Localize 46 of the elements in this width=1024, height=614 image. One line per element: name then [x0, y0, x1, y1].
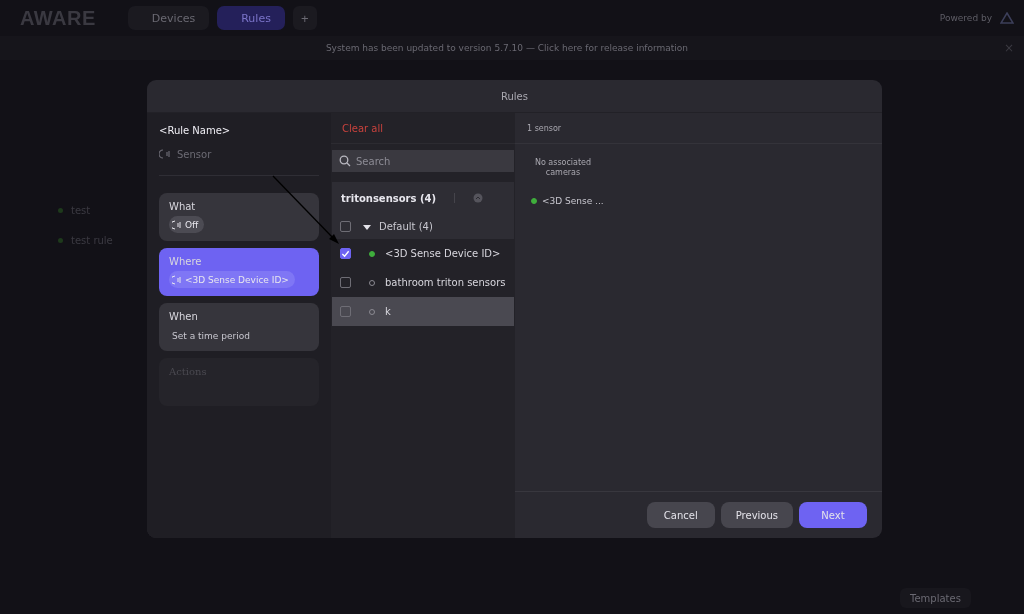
- templates-button[interactable]: Templates: [900, 588, 971, 608]
- status-dot: [58, 208, 63, 213]
- checkbox[interactable]: [340, 277, 351, 288]
- dialog-title: Rules: [501, 90, 528, 102]
- step-card[interactable]: What Off: [159, 193, 319, 241]
- checkbox[interactable]: [340, 306, 351, 317]
- sensor-icon: [172, 274, 182, 285]
- sensor-icon: [172, 219, 182, 230]
- triangle-logo-icon: [1000, 12, 1014, 24]
- step-title: What: [169, 201, 197, 212]
- step-title: Where: [169, 256, 203, 267]
- value-chip: <3D Sense Device ID>: [169, 271, 295, 288]
- dialog-button[interactable]: Previous: [720, 502, 793, 528]
- folder-name: Default (4): [379, 221, 433, 232]
- dialog-button[interactable]: Cancel: [646, 502, 715, 528]
- sensor-name: <3D Sense ...: [542, 195, 604, 206]
- search-field[interactable]: Search: [332, 150, 514, 172]
- checkbox[interactable]: [340, 221, 351, 232]
- group-name: tritonsensors (4): [341, 192, 437, 204]
- checkbox[interactable]: [340, 248, 351, 259]
- sensor-count: 1 sensor: [527, 123, 562, 133]
- sensor-name: bathroom triton sensors: [385, 277, 506, 288]
- step-title: When: [169, 311, 199, 322]
- collapse-icon[interactable]: [473, 193, 484, 203]
- sensor-row[interactable]: k: [332, 297, 514, 326]
- rule-name-field[interactable]: <Rule Name>: [159, 125, 319, 136]
- sensor-row[interactable]: bathroom triton sensors: [332, 268, 514, 297]
- next-button[interactable]: Next: [799, 502, 867, 528]
- add-tab-button[interactable]: +: [292, 6, 317, 30]
- sensor-row[interactable]: <3D Sense Device ID>: [332, 239, 514, 268]
- step-card[interactable]: When Set a time period: [159, 303, 319, 351]
- nav-tab[interactable]: Devices: [127, 6, 210, 30]
- rule-type-label: Sensor: [177, 148, 212, 160]
- step-hint: Set a time period: [171, 331, 251, 341]
- caret-icon[interactable]: [363, 222, 371, 231]
- status-dot: [58, 238, 63, 243]
- nav-tab[interactable]: Rules: [217, 6, 285, 30]
- sensor-name: <3D Sense Device ID>: [385, 248, 501, 259]
- sensor-name: k: [385, 306, 391, 317]
- value-chip: Off: [169, 216, 205, 233]
- powered-by-label: Powered by: [939, 13, 992, 23]
- update-banner-link[interactable]: System has been updated to version 5.7.10 — Click here for release information: [325, 43, 689, 53]
- step-card[interactable]: Where <3D Sense Device ID>: [159, 248, 319, 296]
- clear-all-link[interactable]: Clear all: [331, 113, 515, 144]
- no-cameras-note: No associated cameras: [533, 158, 593, 179]
- sensor-icon: [159, 148, 171, 160]
